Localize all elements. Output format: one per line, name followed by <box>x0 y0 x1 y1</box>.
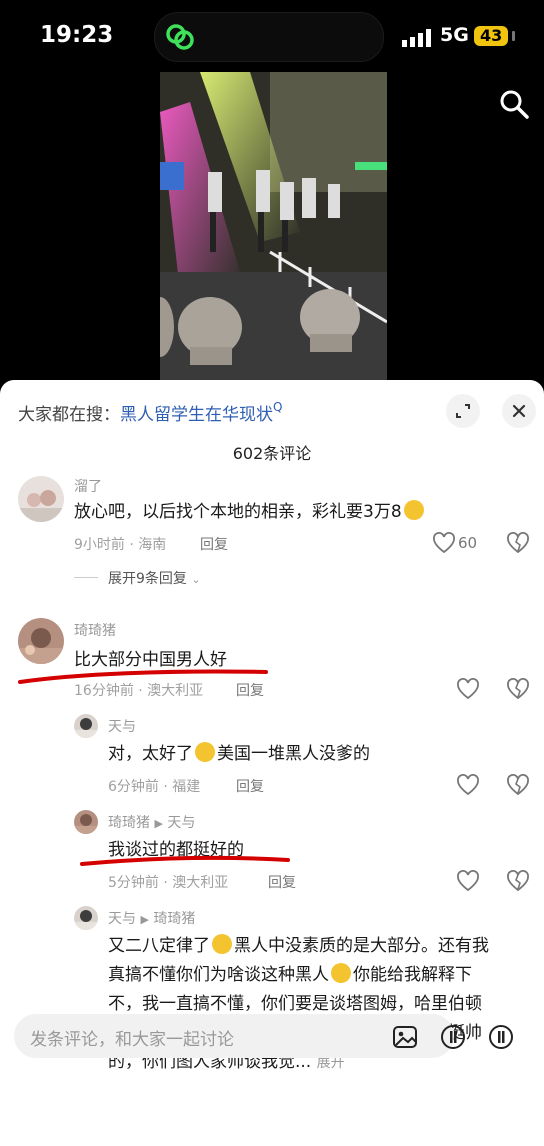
reply-meta: 5分钟前 · 澳大利亚 <box>108 875 229 891</box>
status-bar: 19:23 5G 43 <box>0 0 544 72</box>
reply-button[interactable]: 回复 <box>268 872 296 892</box>
reply-text-part: 你能给我解释下 <box>353 965 472 985</box>
avatar-image <box>18 490 64 522</box>
search-suggestion-prefix: 大家都在搜： <box>18 405 120 425</box>
dislike-broken-heart-icon[interactable] <box>506 774 530 796</box>
avatar-image <box>74 910 98 930</box>
mention-icon[interactable] <box>440 1024 466 1050</box>
reply-text-part: 美国一堆黑人没爹的 <box>217 744 370 764</box>
status-time: 19:23 <box>40 22 114 48</box>
red-underline-annotation <box>80 855 290 866</box>
dislike-broken-heart-icon[interactable] <box>506 532 530 554</box>
reply-target[interactable]: 天与 <box>167 815 195 831</box>
image-icon[interactable] <box>392 1024 418 1050</box>
battery-tip <box>512 31 515 41</box>
reply-line: 又二八定律了 黑人中没素质的是大部分。还有我 <box>108 932 528 961</box>
reply-button[interactable]: 回复 <box>236 776 264 796</box>
video-scene <box>160 72 387 380</box>
comment-input-placeholder: 发条评论，和大家一起讨论 <box>30 1030 234 1050</box>
reply-text-part: 真搞不懂你们为啥谈这种黑人 <box>108 965 329 985</box>
comment-meta: 9小时前 · 海南 <box>74 537 167 553</box>
reply-username: 天与 ▶ 琦琦猪 <box>108 908 195 928</box>
reply-to-arrow-icon: ▶ <box>154 817 163 830</box>
dislike-broken-heart-icon[interactable] <box>506 678 530 700</box>
link-icon <box>166 24 194 50</box>
comment-input[interactable]: 发条评论，和大家一起讨论 <box>14 1014 454 1058</box>
expand-replies-link[interactable]: 展开9条回复 ⌄ <box>108 568 201 588</box>
reply-text-part: 又二八定律了 <box>108 936 210 956</box>
comment-username[interactable]: 溜了 <box>74 476 102 496</box>
avatar[interactable] <box>74 810 98 834</box>
reply-username[interactable]: 天与 <box>108 716 136 736</box>
reply-username: 琦琦猪 ▶ 天与 <box>108 812 195 832</box>
avatar[interactable] <box>74 906 98 930</box>
like-heart-icon[interactable] <box>456 678 480 700</box>
signal-icon <box>402 29 431 47</box>
emoji-icon[interactable] <box>488 1024 514 1050</box>
like-heart-icon[interactable] <box>456 870 480 892</box>
crying-laughing-emoji-icon <box>331 963 351 983</box>
expand-icon <box>456 404 470 418</box>
expand-replies-label: 展开9条回复 <box>108 571 187 587</box>
avatar-image <box>74 718 98 738</box>
network-type: 5G <box>440 24 469 46</box>
avatar[interactable] <box>74 714 98 738</box>
like-heart-icon[interactable] <box>432 532 456 554</box>
close-button[interactable] <box>502 394 536 428</box>
search-suggestion-mark: Q <box>273 400 283 414</box>
reply-line: 真搞不懂你们为啥谈这种黑人 你能给我解释下 <box>108 961 528 990</box>
like-count: 60 <box>458 534 478 552</box>
reply-author[interactable]: 天与 <box>108 911 136 927</box>
reply-button[interactable]: 回复 <box>236 680 264 700</box>
expand-button[interactable] <box>446 394 480 428</box>
crying-laughing-emoji-icon <box>212 934 232 954</box>
reply-text-part: 黑人中没素质的是大部分。还有我 <box>234 936 489 956</box>
comment-text-content: 放心吧，以后找个本地的相亲，彩礼要3万8 <box>74 502 402 522</box>
search-suggestion[interactable]: 大家都在搜：黑人留学生在华现状Q <box>18 400 282 425</box>
chevron-down-icon: ⌄ <box>191 573 201 586</box>
avatar-image <box>18 628 64 664</box>
comment-count: 602条评论 <box>232 444 312 463</box>
reply-target[interactable]: 琦琦猪 <box>153 911 195 927</box>
comment-username[interactable]: 琦琦猪 <box>74 620 116 640</box>
video-thumbnail[interactable] <box>160 72 387 380</box>
avatar[interactable] <box>18 476 64 522</box>
reply-button[interactable]: 回复 <box>200 534 228 554</box>
reply-meta: 6分钟前 · 福建 <box>108 779 201 795</box>
reply-text-part: 对，太好了 <box>108 744 193 764</box>
battery-level: 43 <box>474 26 509 46</box>
reply-to-arrow-icon: ▶ <box>140 913 149 926</box>
crying-laughing-emoji-icon <box>195 742 215 762</box>
avatar[interactable] <box>18 618 64 664</box>
search-suggestion-keyword[interactable]: 黑人留学生在华现状 <box>120 405 273 425</box>
comment-text: 放心吧，以后找个本地的相亲，彩礼要3万8 <box>74 498 426 526</box>
reply-author[interactable]: 琦琦猪 <box>108 815 150 831</box>
thinking-emoji-icon <box>403 500 424 520</box>
comment-meta: 16分钟前 · 澳大利亚 <box>74 683 204 699</box>
dislike-broken-heart-icon[interactable] <box>506 870 530 892</box>
divider <box>74 577 98 578</box>
close-icon <box>512 404 526 418</box>
comments-panel: 大家都在搜：黑人留学生在华现状Q 602条评论 溜了 放心吧，以后找个本地的相亲… <box>0 380 544 1146</box>
search-icon[interactable] <box>498 88 530 120</box>
like-heart-icon[interactable] <box>456 774 480 796</box>
reply-text: 对，太好了 美国一堆黑人没爹的 <box>108 740 370 768</box>
avatar-image <box>74 814 98 834</box>
